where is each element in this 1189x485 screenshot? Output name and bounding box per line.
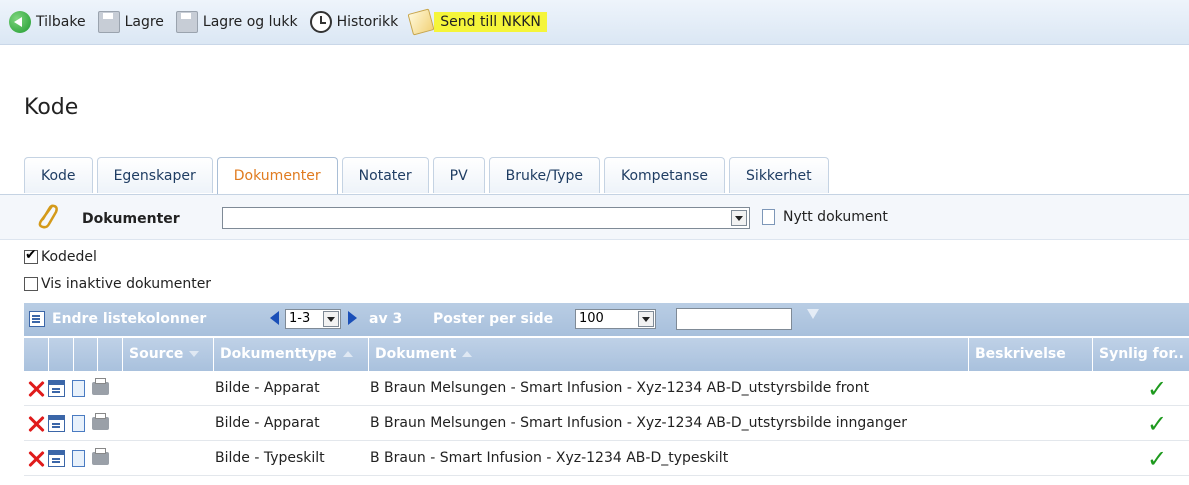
new-page-icon (762, 209, 775, 225)
page-title: Kode (24, 95, 79, 120)
back-arrow-icon (9, 11, 31, 33)
col-document-label: Dokument (375, 346, 457, 362)
table-row: Bilde - Apparat B Braun Melsungen - Smar… (24, 371, 1189, 406)
top-toolbar: Tilbake Lagre Lagre og lukk Historikk Se… (0, 0, 1189, 45)
print-icon[interactable] (92, 413, 109, 430)
col-source-label: Source (129, 346, 184, 362)
sort-desc-icon (189, 351, 200, 357)
delete-icon[interactable] (27, 450, 45, 468)
print-icon[interactable] (92, 378, 109, 395)
sort-asc-icon (462, 351, 473, 357)
tab-notater[interactable]: Notater (341, 157, 429, 193)
check-icon: ✓ (1147, 445, 1168, 473)
edit-icon[interactable] (48, 380, 65, 397)
tab-sikkerhet[interactable]: Sikkerhet (729, 157, 829, 193)
grid-column-header: Source Dokumenttype Dokument Beskrivelse… (24, 338, 1189, 371)
per-page-value: 100 (579, 311, 604, 326)
delete-icon[interactable] (27, 415, 45, 433)
envelope-icon (407, 8, 435, 36)
per-page-select[interactable]: 100 (575, 309, 656, 329)
new-document-button[interactable]: Nytt dokument (762, 209, 888, 225)
grid-filter-input[interactable] (676, 308, 792, 330)
col-visible-label: Synlig for.. (1099, 346, 1184, 362)
history-button[interactable]: Historikk (309, 11, 399, 33)
tab-pv[interactable]: PV (432, 157, 485, 193)
row-doctype: Bilde - Apparat (215, 380, 320, 396)
chevron-down-icon[interactable] (731, 210, 747, 226)
col-view (74, 338, 98, 371)
edit-columns-link[interactable]: Endre listekolonner (52, 311, 206, 327)
tab-bruke-type[interactable]: Bruke/Type (488, 157, 600, 193)
chevron-down-icon (323, 311, 339, 327)
back-label: Tilbake (36, 14, 86, 30)
document-icon[interactable] (72, 415, 85, 432)
save-label: Lagre (124, 14, 164, 30)
edit-icon[interactable] (48, 450, 65, 467)
document-icon[interactable] (72, 450, 85, 467)
row-doctype: Bilde - Typeskilt (215, 450, 325, 466)
paperclip-icon (38, 204, 58, 229)
row-document[interactable]: B Braun Melsungen - Smart Infusion - Xyz… (370, 371, 869, 405)
save-disk-icon (97, 11, 120, 33)
inactive-label: Vis inaktive dokumenter (41, 276, 212, 292)
col-doctype[interactable]: Dokumenttype (214, 338, 369, 371)
save-close-disk-icon (175, 11, 198, 33)
kodedel-label: Kodedel (41, 249, 97, 265)
check-icon: ✓ (1147, 410, 1168, 438)
kodedel-row: Kodedel (24, 247, 97, 265)
grid-toolbar: Endre listekolonner 1-3 av 3 Poster per … (24, 303, 1189, 336)
send-label: Send till NKKN (434, 12, 547, 32)
save-button[interactable]: Lagre (97, 11, 164, 33)
page-total: av 3 (369, 311, 403, 327)
row-document[interactable]: B Braun Melsungen - Smart Infusion - Xyz… (370, 406, 907, 440)
tab-dokumenter[interactable]: Dokumenter (216, 157, 338, 194)
col-source[interactable]: Source (123, 338, 214, 371)
save-close-button[interactable]: Lagre og lukk (175, 11, 298, 33)
edit-columns-icon[interactable] (29, 311, 45, 327)
col-edit (49, 338, 74, 371)
col-description[interactable]: Beskrivelse (969, 338, 1093, 371)
page-range-select[interactable]: 1-3 (285, 309, 341, 329)
clock-icon (309, 11, 332, 33)
page-range-value: 1-3 (289, 311, 311, 326)
col-description-label: Beskrivelse (975, 346, 1066, 362)
col-delete (24, 338, 49, 371)
tab-egenskaper[interactable]: Egenskaper (96, 157, 213, 193)
filter-funnel-icon[interactable] (807, 309, 819, 319)
inactive-row: Vis inaktive dokumenter (24, 276, 211, 292)
col-doctype-label: Dokumenttype (220, 346, 337, 362)
chevron-down-icon (638, 311, 654, 327)
col-document[interactable]: Dokument (369, 338, 969, 371)
check-icon: ✓ (1147, 375, 1168, 403)
table-row: Bilde - Apparat B Braun Melsungen - Smar… (24, 406, 1189, 441)
prev-page-icon[interactable] (270, 311, 279, 325)
sort-asc-icon (342, 351, 353, 357)
delete-icon[interactable] (27, 380, 45, 398)
back-button[interactable]: Tilbake (9, 11, 86, 33)
row-document[interactable]: B Braun - Smart Infusion - Xyz-1234 AB-D… (370, 441, 728, 475)
edit-icon[interactable] (48, 415, 65, 432)
tab-kode[interactable]: Kode (24, 157, 93, 193)
tab-bar: Kode Egenskaper Dokumenter Notater PV Br… (24, 157, 833, 194)
table-row: Bilde - Typeskilt B Braun - Smart Infusi… (24, 441, 1189, 476)
documents-label: Dokumenter (82, 211, 180, 227)
kodedel-checkbox[interactable] (24, 247, 38, 264)
send-nkkn-button[interactable]: Send till NKKN (407, 8, 547, 36)
tab-kompetanse[interactable]: Kompetanse (604, 157, 726, 193)
inactive-checkbox[interactable] (24, 277, 38, 291)
new-document-label: Nytt dokument (783, 209, 888, 225)
col-visible[interactable]: Synlig for.. (1093, 338, 1189, 371)
print-icon[interactable] (92, 448, 109, 465)
document-select[interactable] (222, 207, 750, 229)
history-label: Historikk (336, 14, 399, 30)
row-doctype: Bilde - Apparat (215, 415, 320, 431)
per-page-label: Poster per side (433, 311, 554, 327)
save-close-label: Lagre og lukk (202, 14, 298, 30)
next-page-icon[interactable] (348, 311, 357, 325)
document-icon[interactable] (72, 380, 85, 397)
col-print (98, 338, 123, 371)
